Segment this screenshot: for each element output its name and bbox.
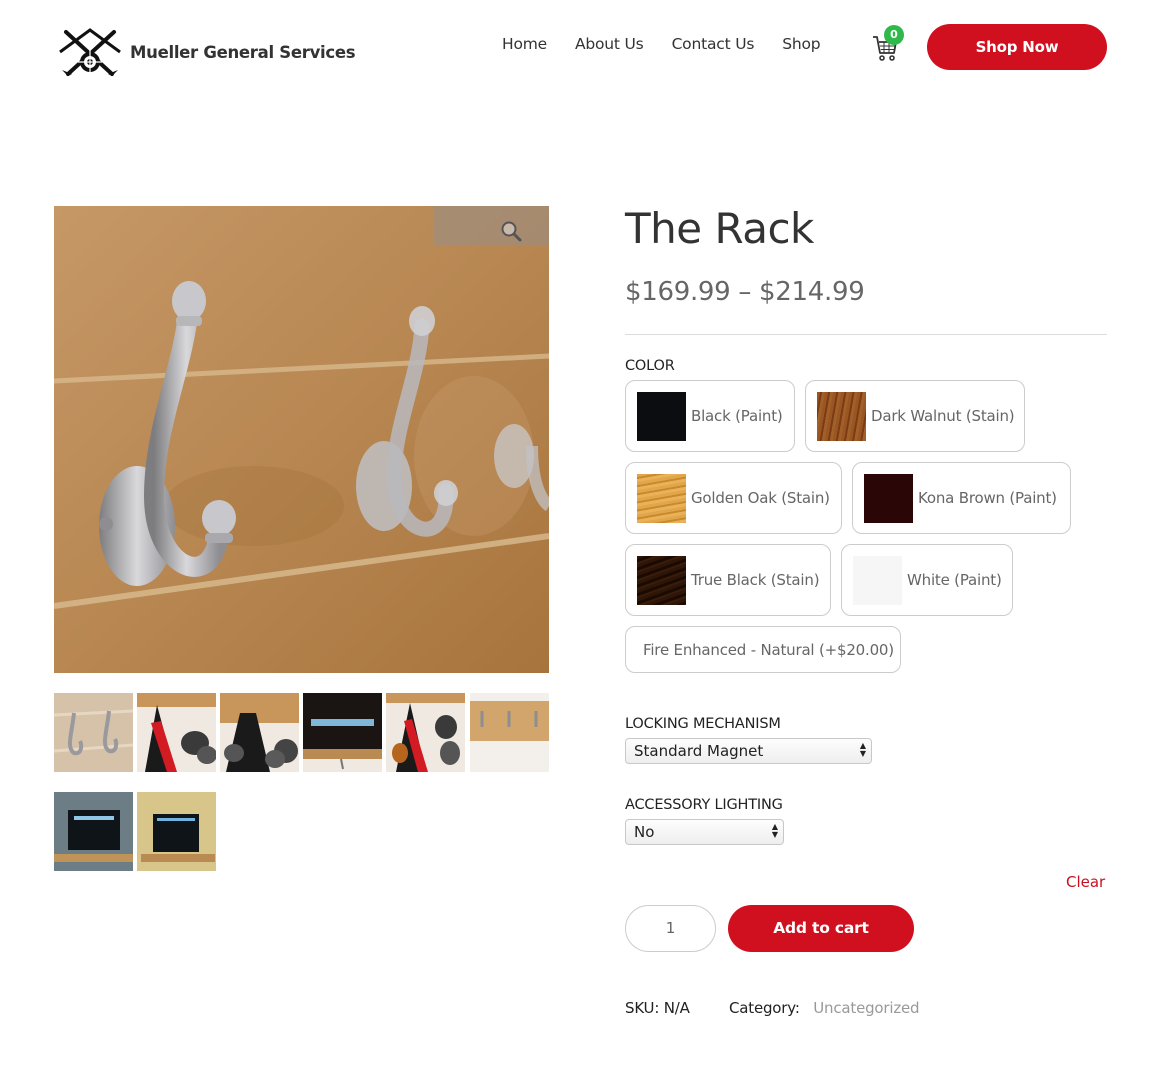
swatch-dark-walnut-stain[interactable]: Dark Walnut (Stain)	[805, 380, 1025, 452]
cart-count-badge: 0	[884, 25, 904, 45]
color-label: COLOR	[625, 358, 675, 374]
swatch-chip	[637, 473, 686, 523]
add-to-cart-button[interactable]: Add to cart	[728, 905, 914, 952]
thumbnail-6[interactable]	[470, 693, 549, 772]
locking-mechanism-select[interactable]: Standard Magnet ▲ ▼	[625, 738, 872, 764]
nav-home[interactable]: Home	[502, 35, 547, 53]
swatch-label: Golden Oak (Stain)	[691, 489, 830, 507]
thumbnail-4[interactable]	[303, 693, 382, 772]
sku-value: N/A	[663, 999, 690, 1017]
swatch-black-paint[interactable]: Black (Paint)	[625, 380, 795, 452]
swatch-label: True Black (Stain)	[691, 571, 820, 589]
crossed-rifles-logo-icon	[59, 28, 121, 76]
shop-now-button[interactable]: Shop Now	[927, 24, 1107, 70]
swatch-chip	[817, 391, 866, 441]
updown-arrows-icon: ▲ ▼	[859, 741, 867, 758]
swatch-white-paint[interactable]: White (Paint)	[841, 544, 1013, 616]
swatch-chip	[853, 555, 902, 605]
product-price: $169.99 – $214.99	[625, 277, 865, 307]
thumbnail-5[interactable]	[386, 693, 465, 772]
clear-selection-link[interactable]: Clear	[1066, 873, 1105, 891]
swatch-kona-brown-paint[interactable]: Kona Brown (Paint)	[852, 462, 1071, 534]
swatch-label: Kona Brown (Paint)	[918, 489, 1057, 507]
thumbnail-1[interactable]	[54, 693, 133, 772]
main-nav: Home About Us Contact Us Shop	[490, 35, 848, 53]
sku-meta: SKU: N/A	[625, 999, 690, 1017]
site-logo[interactable]: Mueller General Services	[54, 26, 356, 78]
cart-button[interactable]: 0	[872, 25, 906, 62]
thumbnail-2[interactable]	[137, 693, 216, 772]
product-main-image[interactable]	[54, 206, 549, 673]
coat-hooks-photo	[54, 206, 549, 673]
swatch-label: Dark Walnut (Stain)	[871, 407, 1015, 425]
select-value: Standard Magnet	[634, 742, 764, 760]
thumbnail-8[interactable]	[137, 792, 216, 871]
sku-label: SKU:	[625, 999, 660, 1017]
locking-mechanism-label: LOCKING MECHANISM	[625, 716, 781, 732]
nav-shop[interactable]: Shop	[782, 35, 820, 53]
accessory-lighting-label: ACCESSORY LIGHTING	[625, 797, 783, 813]
nav-about-us[interactable]: About Us	[575, 35, 644, 53]
swatch-chip	[637, 391, 686, 441]
thumbnail-3[interactable]	[220, 693, 299, 772]
swatch-chip	[637, 555, 686, 605]
select-value: No	[634, 823, 655, 841]
swatch-label: White (Paint)	[907, 571, 1002, 589]
divider	[625, 334, 1107, 335]
swatch-fire-enhanced-natural[interactable]: Fire Enhanced - Natural (+$20.00)	[625, 626, 901, 673]
swatch-chip	[864, 473, 913, 523]
quantity-input[interactable]: 1	[625, 905, 716, 952]
nav-contact-us[interactable]: Contact Us	[672, 35, 755, 53]
swatch-label: Fire Enhanced - Natural (+$20.00)	[643, 640, 894, 659]
category-meta: Category: Uncategorized	[729, 999, 920, 1017]
thumbnail-7[interactable]	[54, 792, 133, 871]
product-title: The Rack	[625, 204, 814, 253]
swatch-true-black-stain[interactable]: True Black (Stain)	[625, 544, 831, 616]
category-link[interactable]: Uncategorized	[813, 999, 919, 1017]
logo-text: Mueller General Services	[130, 42, 356, 62]
swatch-golden-oak-stain[interactable]: Golden Oak (Stain)	[625, 462, 842, 534]
accessory-lighting-select[interactable]: No ▲ ▼	[625, 819, 784, 845]
swatch-label: Black (Paint)	[691, 407, 783, 425]
magnifier-icon[interactable]	[500, 220, 522, 242]
category-label: Category:	[729, 999, 800, 1017]
updown-arrows-icon: ▲ ▼	[771, 822, 779, 839]
